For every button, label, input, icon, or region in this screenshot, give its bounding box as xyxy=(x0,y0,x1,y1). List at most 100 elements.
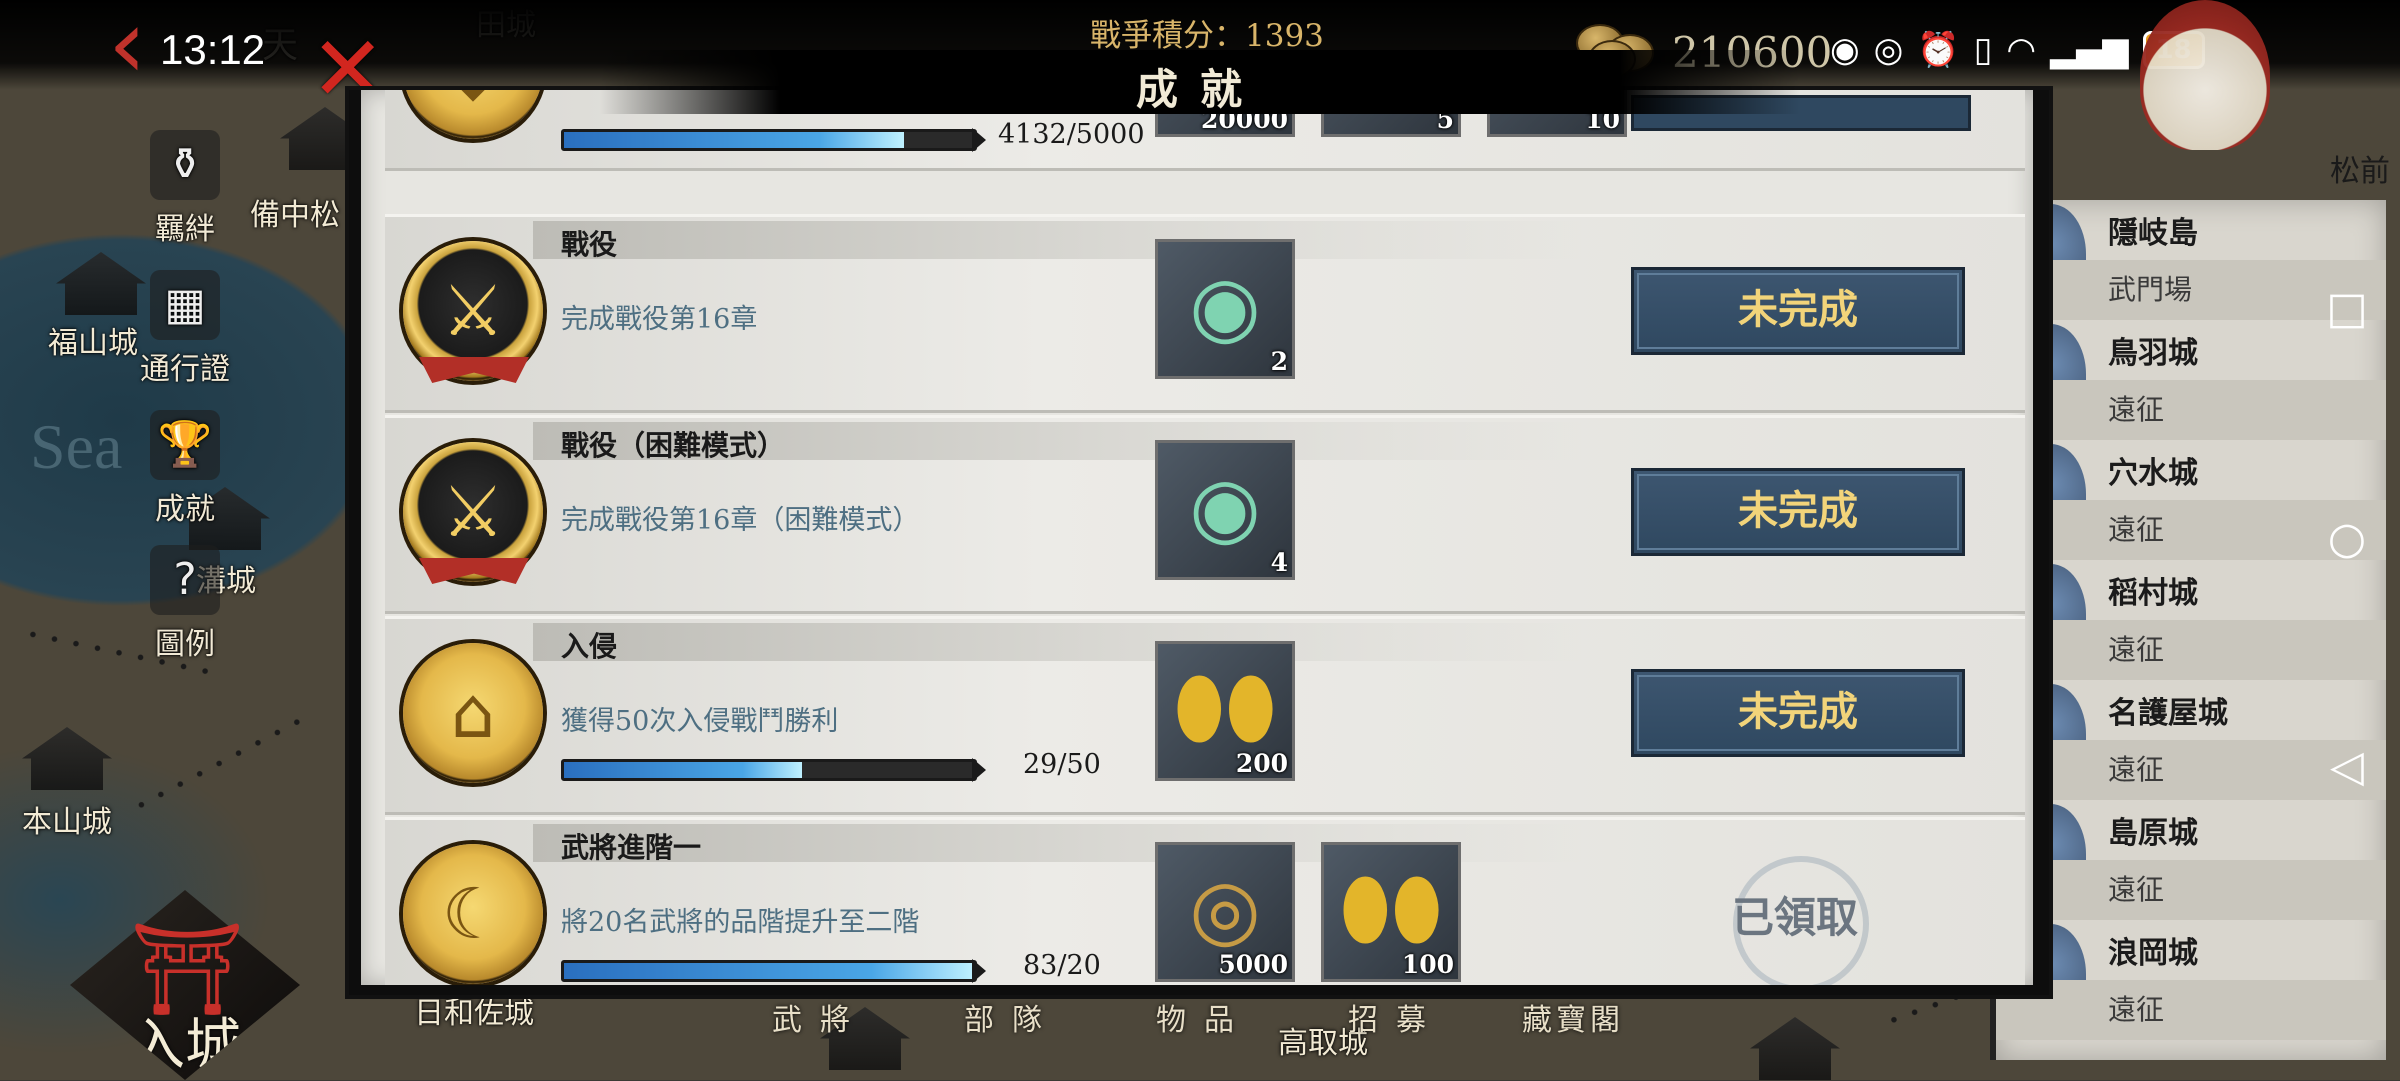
incomplete-button[interactable]: 未完成 xyxy=(1631,267,1965,355)
achievement-row: ⌂ 入侵 獲得50次入侵戰鬥勝利 29/50 ⬮⬮ 200 未完成 xyxy=(385,616,2025,815)
achievement-list[interactable]: ◆ 4132/5000 ◎ 20000 ◉ 5 ✦ 10 ⚔ 戰 xyxy=(361,90,2033,985)
castle-status: 遠征 xyxy=(2108,753,2165,786)
dialog-title-bar: 成就 xyxy=(600,50,1800,114)
progress-fill xyxy=(564,963,974,979)
achievement-description: 完成戰役第16章 xyxy=(561,304,758,335)
nfc-icon: ◉ xyxy=(1830,30,1860,70)
castle-name: 穴水城 xyxy=(2108,456,2198,491)
nav-recruit[interactable]: 招募 xyxy=(1348,995,1444,1039)
castle-list-item[interactable]: 名護屋城 xyxy=(1996,680,2386,740)
map-label-bitchumatsuyama: 備中松 xyxy=(250,198,340,233)
signal-4g-icon: ▂▄▆ xyxy=(2050,30,2129,70)
progress-text: 83/20 xyxy=(1023,950,1101,981)
achievement-row: ☾ 武將進階一 將20名武將的品階提升至二階 83/20 ◎ 5000 ⬮⬮ 1… xyxy=(385,817,2025,985)
achievement-description: 完成戰役第16章（困難模式） xyxy=(561,505,920,536)
achievements-dialog: ◆ 4132/5000 ◎ 20000 ◉ 5 ✦ 10 ⚔ 戰 xyxy=(345,86,2053,999)
reward-slot[interactable]: ◎ 5000 xyxy=(1155,842,1295,982)
reward-qty: 200 xyxy=(1235,749,1288,778)
claimed-label: 已領取 xyxy=(1731,893,1858,942)
achievement-badge: ⌂ xyxy=(403,643,543,783)
map-label-fukuyama: 福山城 xyxy=(48,326,138,361)
sake-icon: ⚱ xyxy=(150,130,220,200)
castle-list-status: 遠征 xyxy=(1996,980,2386,1040)
castle-name: 島原城 xyxy=(2108,816,2198,851)
incomplete-button[interactable]: 未完成 xyxy=(1631,669,1965,757)
nav-troops[interactable]: 部隊 xyxy=(964,995,1060,1039)
wifi-icon: ◠ xyxy=(2006,30,2037,70)
achievement-title: 戰役（困難模式） xyxy=(561,429,786,462)
achievement-title: 入侵 xyxy=(561,630,618,663)
castle-status: 遠征 xyxy=(2108,993,2165,1026)
reward-slot[interactable]: ◉ 4 xyxy=(1155,440,1295,580)
achievement-title: 武將進階一 xyxy=(561,831,702,864)
progress-fill xyxy=(564,762,802,778)
castle-list-item[interactable]: 稻村城 xyxy=(1996,560,2386,620)
war-score: 戰爭積分：1393 xyxy=(1090,18,1324,54)
map-label-matsumae: 松前 xyxy=(2330,154,2390,189)
menu-bonds[interactable]: ⚱ 羈絆 xyxy=(140,130,230,248)
achievement-description: 獲得50次入侵戰鬥勝利 xyxy=(561,706,839,737)
menu-bonds-label: 羈絆 xyxy=(155,212,215,247)
eye-icon: ◎ xyxy=(1873,30,1904,70)
progress-text: 29/50 xyxy=(1023,749,1101,780)
lucky-cat-mascot-icon[interactable] xyxy=(2140,0,2270,150)
castle-map-icon[interactable] xyxy=(56,252,146,315)
castle-list-item[interactable]: 浪岡城 xyxy=(1996,920,2386,980)
castle-list-status: 遠征 xyxy=(1996,620,2386,680)
castle-list-status: 遠征 xyxy=(1996,380,2386,440)
nav-items[interactable]: 物品 xyxy=(1156,995,1252,1039)
progress-bar xyxy=(561,959,986,983)
menu-achievements[interactable]: 🏆 成就 xyxy=(140,410,230,528)
incomplete-button[interactable]: 未完成 xyxy=(1631,468,1965,556)
vibrate-icon: ▯ xyxy=(1973,30,1993,70)
pass-icon: ▦ xyxy=(150,270,220,340)
achievement-row: ⚔ 戰役（困難模式） 完成戰役第16章（困難模式） ◉ 4 未完成 xyxy=(385,415,2025,614)
reward-qty: 2 xyxy=(1270,347,1288,376)
castle-name: 鳥羽城 xyxy=(2108,336,2198,371)
reward-slot[interactable]: ⬮⬮ 100 xyxy=(1321,842,1461,982)
nav-generals[interactable]: 武將 xyxy=(772,995,868,1039)
clock-time: 13:12 xyxy=(160,26,266,73)
achievement-badge: ◆ xyxy=(403,90,543,139)
map-label-motoyama: 本山城 xyxy=(22,805,112,840)
progress-text: 4132/5000 xyxy=(998,119,1145,150)
alarm-icon: ⏰ xyxy=(1917,30,1960,70)
castle-name: 隱岐島 xyxy=(2108,216,2198,251)
achievement-description: 將20名武將的品階提升至二階 xyxy=(561,907,920,938)
castle-list-item[interactable]: 穴水城 xyxy=(1996,440,2386,500)
castle-list-item[interactable]: 島原城 xyxy=(1996,800,2386,860)
castle-list-status: 遠征 xyxy=(1996,860,2386,920)
castle-map-icon[interactable] xyxy=(1750,1017,1840,1080)
recent-apps-icon[interactable]: □ xyxy=(2322,284,2372,334)
menu-pass-label: 通行證 xyxy=(140,352,230,387)
castle-name: 名護屋城 xyxy=(2108,696,2228,731)
back-icon[interactable]: ◁ xyxy=(2322,742,2372,792)
pagoda-icon: ⛩ xyxy=(130,917,245,1022)
reward-qty: 4 xyxy=(1270,548,1288,577)
progress-fill xyxy=(564,132,905,148)
castle-icon: ⌂ xyxy=(450,672,496,754)
achievement-title: 戰役 xyxy=(561,228,618,261)
reward-slot[interactable]: ⬮⬮ 200 xyxy=(1155,641,1295,781)
castle-map-icon[interactable] xyxy=(22,727,112,790)
route-dots xyxy=(130,713,310,813)
nav-treasure[interactable]: 藏寶閣 xyxy=(1522,995,1624,1039)
back-arrow-icon[interactable]: ‹ xyxy=(108,0,168,92)
gold-emblem-icon: ◆ xyxy=(403,90,543,139)
menu-achievements-label: 成就 xyxy=(155,492,215,527)
reward-slot[interactable]: ◉ 2 xyxy=(1155,239,1295,379)
castle-name: 稻村城 xyxy=(2108,576,2198,611)
question-icon: ? xyxy=(150,545,220,615)
castle-status: 遠征 xyxy=(2108,393,2165,426)
progress-bar xyxy=(561,128,986,152)
castle-list-item[interactable]: 隱岐島 xyxy=(1996,200,2386,260)
menu-pass[interactable]: ▦ 通行證 xyxy=(140,270,230,388)
progress-bar xyxy=(561,758,986,782)
castle-status: 遠征 xyxy=(2108,873,2165,906)
home-icon[interactable]: ○ xyxy=(2322,514,2372,564)
menu-legend[interactable]: ? 圖例 xyxy=(140,545,230,663)
menu-legend-label: 圖例 xyxy=(155,627,215,662)
castle-status: 遠征 xyxy=(2108,633,2165,666)
crescent-star-icon: ☾ xyxy=(441,873,505,955)
achievement-row: ⚔ 戰役 完成戰役第16章 ◉ 2 未完成 xyxy=(385,214,2025,413)
